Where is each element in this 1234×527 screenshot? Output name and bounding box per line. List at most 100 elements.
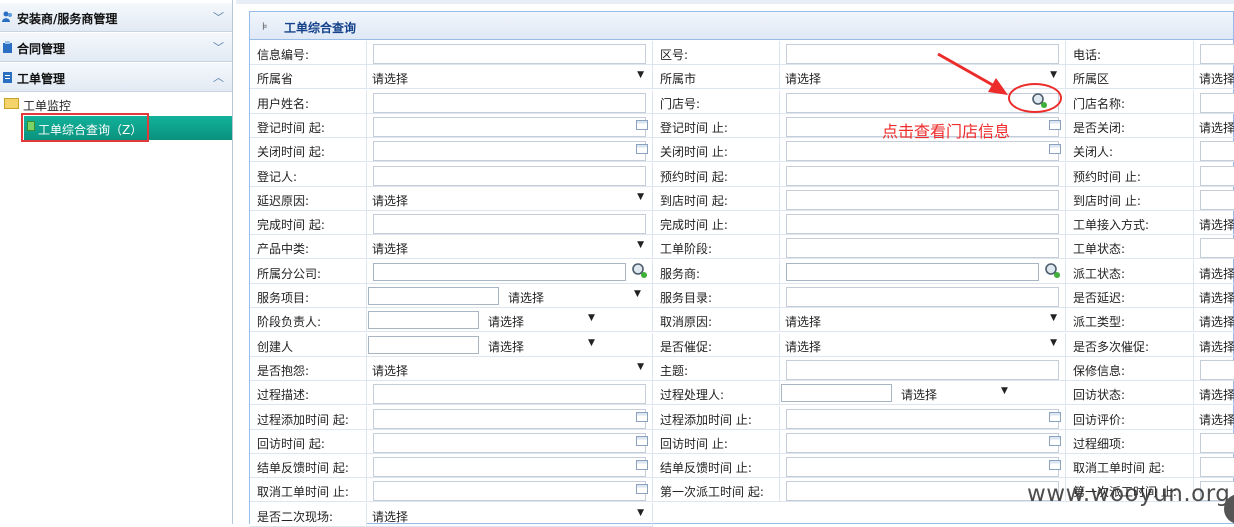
text-input[interactable] [373, 44, 646, 64]
select-dropdown[interactable]: 请选择 ▼ [367, 503, 652, 527]
lookup-input[interactable] [786, 262, 1039, 281]
lookup-icon[interactable] [631, 262, 649, 280]
select-dropdown[interactable]: 请选择 ▼ [367, 187, 652, 211]
field-label: 过程细项: [1073, 436, 1126, 451]
calendar-icon[interactable] [636, 411, 648, 422]
calendar-icon[interactable] [636, 484, 648, 495]
select-dropdown[interactable]: 请选择 ▼ [367, 65, 652, 89]
select-dropdown[interactable]: 请选择 [1194, 260, 1234, 284]
field-cell: 请选择 [1194, 65, 1234, 90]
select-dropdown[interactable]: 请选择 [1194, 333, 1234, 357]
select-dropdown[interactable]: 请选择 [1194, 284, 1234, 308]
text-input[interactable] [1200, 92, 1234, 113]
text-input[interactable] [786, 457, 1059, 478]
select-value: 请选择 [1199, 339, 1234, 354]
text-input[interactable] [1200, 238, 1234, 259]
field-cell [367, 381, 653, 406]
field-cell [780, 41, 1066, 65]
lookup-icon[interactable] [1044, 262, 1062, 280]
text-input[interactable] [1200, 44, 1234, 64]
text-input[interactable] [1200, 189, 1234, 210]
calendar-icon[interactable] [1049, 435, 1061, 446]
field-label: 预约时间 起: [660, 169, 728, 184]
field-label: 预约时间 止: [1073, 169, 1141, 184]
text-input[interactable] [1200, 432, 1234, 453]
accordion-contract[interactable]: 合同管理 ﹀ [0, 33, 232, 62]
text-input[interactable] [786, 408, 1059, 429]
text-input[interactable] [373, 457, 646, 478]
text-input[interactable] [373, 408, 646, 429]
text-input[interactable] [786, 141, 1059, 162]
text-input[interactable] [373, 92, 646, 113]
calendar-icon[interactable] [636, 119, 648, 130]
calendar-icon[interactable] [1049, 460, 1061, 471]
text-input[interactable] [786, 287, 1059, 307]
select-dropdown[interactable]: 请选择 [1194, 406, 1234, 430]
field-label: 电话: [1073, 48, 1102, 62]
lookup-input[interactable] [373, 262, 626, 281]
inline-select-value[interactable]: 请选择 [488, 338, 524, 355]
field-label-cell: 门店号: [653, 89, 780, 114]
select-dropdown[interactable]: 请选择 ▼ [367, 357, 652, 381]
accordion-installer[interactable]: 安装商/服务商管理 ﹀ [0, 3, 232, 32]
field-label-cell: 服务项目: [250, 284, 367, 308]
calendar-icon[interactable] [636, 435, 648, 446]
select-dropdown[interactable]: 请选择 [1194, 114, 1234, 138]
select-dropdown[interactable]: 请选择 [1194, 65, 1234, 89]
field-label: 回访评价: [1073, 412, 1126, 427]
chevron-up-icon[interactable]: ︿ [213, 69, 224, 85]
calendar-icon[interactable] [1049, 144, 1061, 155]
select-dropdown[interactable]: 请选择 ▼ [367, 235, 652, 259]
text-input[interactable] [1200, 141, 1234, 162]
text-input[interactable] [373, 432, 646, 453]
small-text-input[interactable] [368, 335, 479, 354]
field-label: 完成时间 起: [257, 218, 325, 233]
text-input[interactable] [373, 165, 646, 186]
accordion-workorder[interactable]: 工单管理 ︿ [0, 63, 232, 92]
text-input[interactable] [373, 214, 646, 235]
text-input[interactable] [373, 384, 646, 405]
text-input[interactable] [1200, 165, 1234, 186]
select-value: 请选择 [1199, 315, 1234, 330]
text-input[interactable] [786, 165, 1059, 186]
calendar-icon[interactable] [1049, 411, 1061, 422]
small-text-input[interactable] [781, 384, 892, 403]
text-input[interactable] [373, 116, 646, 137]
text-input[interactable] [1200, 457, 1234, 478]
text-input[interactable] [1200, 359, 1234, 380]
select-dropdown[interactable]: 请选择 [1194, 211, 1234, 235]
text-input[interactable] [786, 189, 1059, 210]
inline-select-value[interactable]: 请选择 [488, 313, 524, 330]
text-input[interactable] [786, 432, 1059, 453]
text-input[interactable] [786, 481, 1059, 502]
text-input[interactable] [786, 238, 1059, 259]
calendar-icon[interactable] [636, 460, 648, 471]
text-input[interactable] [373, 141, 646, 162]
field-label-cell: 登记时间 起: [250, 113, 367, 138]
small-text-input[interactable] [368, 311, 479, 330]
field-label: 关闭人: [1073, 145, 1114, 160]
select-value: 请选择 [372, 242, 409, 257]
select-dropdown[interactable]: 请选择 [1194, 381, 1234, 405]
calendar-icon[interactable] [1049, 119, 1061, 130]
form-row: 结单反馈时间 起: 结单反馈时间 止: 取消工单时间 起: [250, 454, 1234, 479]
text-input[interactable] [786, 44, 1059, 64]
calendar-icon[interactable] [636, 144, 648, 155]
inline-select-value[interactable]: 请选择 [901, 386, 937, 403]
chevron-down-icon[interactable]: ﹀ [213, 39, 224, 55]
field-label-cell: 登记时间 止: [653, 113, 780, 138]
small-text-input[interactable] [368, 287, 499, 305]
field-cell [367, 478, 653, 503]
select-dropdown[interactable]: 请选择 [1194, 308, 1234, 332]
field-cell [780, 186, 1066, 211]
text-input[interactable] [786, 214, 1059, 235]
form-row: 是否抱怨: 请选择 ▼ 主题: 保修信息: [250, 356, 1234, 381]
select-dropdown[interactable]: 请选择 ▼ [780, 333, 1065, 357]
text-input[interactable] [786, 359, 1059, 380]
text-input[interactable] [373, 481, 646, 502]
chevron-down-icon[interactable]: ﹀ [213, 9, 224, 25]
select-dropdown[interactable]: 请选择 ▼ [780, 308, 1065, 332]
inline-select-value[interactable]: 请选择 [508, 289, 544, 306]
field-cell: 请选择 ▼ [780, 308, 1066, 333]
watermark: www.wooyun.org [1027, 481, 1231, 507]
